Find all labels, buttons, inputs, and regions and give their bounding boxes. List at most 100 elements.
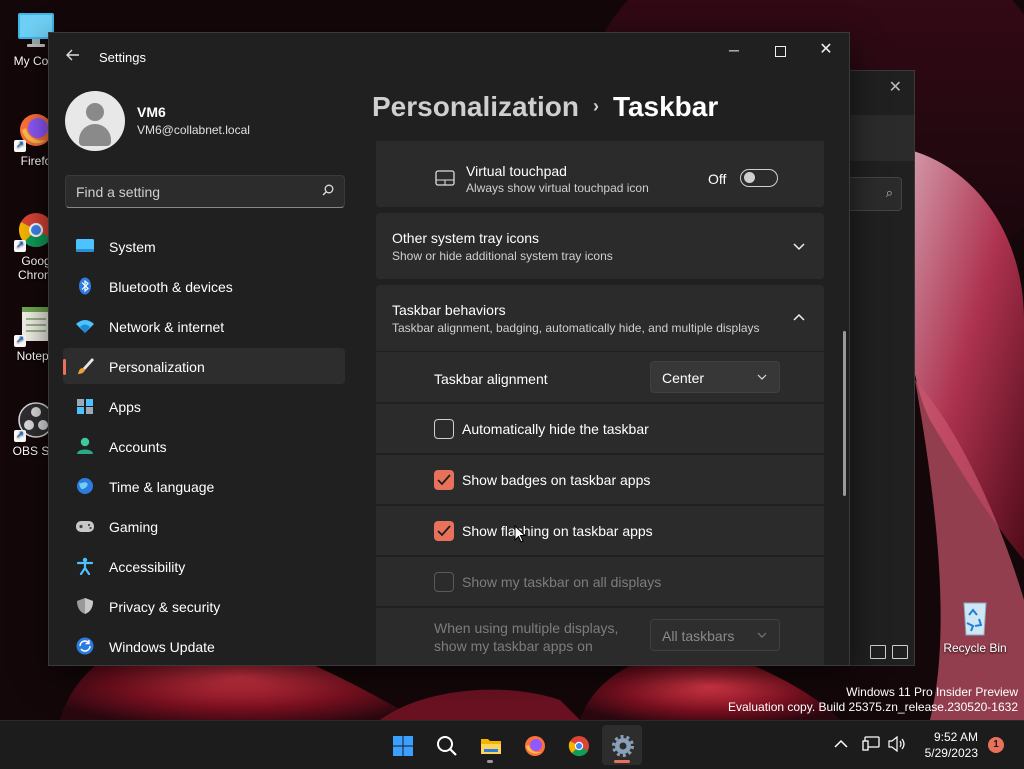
- multi-display-dropdown[interactable]: All taskbars: [650, 619, 780, 651]
- sidebar-item-apps[interactable]: Apps: [63, 388, 345, 424]
- virtual-touchpad-subtitle: Always show virtual touchpad icon: [466, 181, 649, 195]
- taskbar-alignment-value: Center: [662, 370, 705, 386]
- system-tray: 9:52 AM 5/29/2023 1: [826, 721, 1024, 769]
- network-icon: [76, 320, 94, 333]
- chevron-up-icon[interactable]: [793, 312, 805, 324]
- sidebar-item-time-language[interactable]: Time & language: [63, 468, 345, 504]
- sidebar-item-windows-update[interactable]: Windows Update: [63, 628, 345, 664]
- accounts-icon: [77, 437, 93, 454]
- evaluation-watermark: Windows 11 Pro Insider Preview Evaluatio…: [728, 685, 1018, 715]
- checkmark-icon: [437, 474, 451, 486]
- close-button[interactable]: ✕: [803, 33, 849, 67]
- accessibility-icon: [76, 557, 94, 575]
- sidebar-item-network[interactable]: Network & internet: [63, 308, 345, 344]
- background-window-search[interactable]: ⌕: [848, 177, 902, 211]
- sidebar-item-gaming[interactable]: Gaming: [63, 508, 345, 544]
- search-icon: [437, 736, 457, 756]
- notification-badge[interactable]: 1: [988, 737, 1004, 753]
- taskbar-search-button[interactable]: [426, 725, 466, 765]
- recycle-bin-icon: [955, 597, 995, 637]
- sidebar-nav: System Bluetooth & devices Network & int…: [63, 228, 345, 665]
- brush-icon: [78, 358, 94, 374]
- virtual-touchpad-toggle[interactable]: [740, 169, 778, 187]
- chrome-taskbar-button[interactable]: [558, 725, 598, 765]
- start-button[interactable]: [382, 725, 422, 765]
- auto-hide-checkbox[interactable]: [434, 419, 454, 439]
- multi-display-label-line2: show my taskbar apps on: [434, 638, 593, 654]
- show-flashing-checkbox[interactable]: [434, 521, 454, 541]
- other-tray-subtitle: Show or hide additional system tray icon…: [392, 249, 613, 263]
- globe-icon: [77, 478, 93, 494]
- network-wired-icon[interactable]: [862, 736, 880, 752]
- update-icon: [76, 637, 94, 655]
- shortcut-arrow-icon: ↗: [14, 335, 26, 347]
- back-arrow-icon: [66, 49, 79, 61]
- touchpad-icon: [435, 170, 455, 186]
- user-profile[interactable]: VM6 VM6@collabnet.local: [65, 91, 345, 151]
- app-title: Settings: [99, 50, 146, 65]
- bluetooth-icon: [79, 277, 91, 295]
- watermark-line1: Windows 11 Pro Insider Preview: [846, 685, 1018, 699]
- taskbar-alignment-dropdown[interactable]: Center: [650, 361, 780, 393]
- file-explorer-button[interactable]: [470, 725, 510, 765]
- sidebar-item-accessibility[interactable]: Accessibility: [63, 548, 345, 584]
- other-tray-title: Other system tray icons: [392, 230, 540, 246]
- file-explorer-icon: [481, 739, 501, 754]
- settings-icon: [612, 735, 634, 757]
- details-view-icon[interactable]: [870, 645, 886, 659]
- sidebar-item-privacy-security[interactable]: Privacy & security: [63, 588, 345, 624]
- settings-content: Virtual touchpad Always show virtual tou…: [376, 141, 824, 665]
- apps-icon: [77, 399, 93, 414]
- mouse-cursor-icon: [514, 525, 526, 543]
- desktop-icon-recycle-bin[interactable]: Recycle Bin: [942, 597, 1008, 655]
- other-system-tray-icons-row[interactable]: Other system tray icons Show or hide add…: [376, 213, 824, 279]
- title-bar: Settings ─ ✕: [49, 33, 849, 81]
- tiles-view-icon[interactable]: [892, 645, 908, 659]
- breadcrumb-separator: ›: [592, 96, 599, 116]
- clock-date: 5/29/2023: [924, 746, 978, 760]
- virtual-touchpad-row: Virtual touchpad Always show virtual tou…: [376, 141, 824, 207]
- maximize-icon: [774, 45, 786, 57]
- sidebar-item-bluetooth[interactable]: Bluetooth & devices: [63, 268, 345, 304]
- chevron-down-icon: [757, 632, 767, 638]
- sidebar-item-personalization[interactable]: Personalization: [63, 348, 345, 384]
- taskbar-behaviors-body: Taskbar alignment Center Automatically h…: [376, 352, 824, 665]
- show-flashing-label: Show flashing on taskbar apps: [462, 523, 653, 539]
- all-displays-checkbox[interactable]: [434, 572, 454, 592]
- chrome-icon: [568, 736, 589, 757]
- maximize-button[interactable]: [757, 33, 803, 67]
- checkmark-icon: [437, 525, 451, 537]
- settings-taskbar-button[interactable]: [602, 725, 642, 765]
- divider: [376, 453, 824, 455]
- taskbar: 9:52 AM 5/29/2023 1: [0, 720, 1024, 769]
- volume-icon[interactable]: [888, 736, 906, 752]
- back-button[interactable]: [63, 47, 83, 67]
- firefox-taskbar-button[interactable]: [514, 725, 554, 765]
- settings-window: Settings ─ ✕ VM6 VM6@collabnet.local Fin…: [48, 32, 850, 666]
- clock[interactable]: 9:52 AM 5/29/2023: [925, 729, 978, 761]
- breadcrumb-personalization[interactable]: Personalization: [372, 91, 579, 122]
- multi-display-value: All taskbars: [662, 628, 735, 644]
- search-input[interactable]: Find a setting: [65, 175, 345, 208]
- background-window[interactable]: ✕ ⌕: [846, 70, 915, 666]
- view-toggle[interactable]: [870, 645, 908, 659]
- active-app-indicator: [614, 760, 630, 763]
- chevron-down-icon[interactable]: [793, 240, 805, 252]
- show-badges-checkbox[interactable]: [434, 470, 454, 490]
- sidebar-item-system[interactable]: System: [63, 228, 345, 264]
- sidebar-item-accounts[interactable]: Accounts: [63, 428, 345, 464]
- clock-time: 9:52 AM: [933, 730, 978, 744]
- taskbar-behaviors-header[interactable]: Taskbar behaviors Taskbar alignment, bad…: [376, 285, 824, 351]
- divider: [376, 402, 824, 404]
- virtual-touchpad-state: Off: [708, 171, 727, 187]
- close-icon[interactable]: ✕: [889, 77, 902, 97]
- minimize-button[interactable]: ─: [711, 33, 757, 67]
- gamepad-icon: [76, 521, 94, 532]
- chevron-up-icon[interactable]: [834, 739, 848, 749]
- user-email: VM6@collabnet.local: [137, 123, 250, 137]
- breadcrumb: Personalization › Taskbar: [372, 91, 718, 131]
- divider: [376, 555, 824, 557]
- content-scrollbar[interactable]: [843, 331, 846, 496]
- shortcut-arrow-icon: ↗: [14, 430, 26, 442]
- virtual-touchpad-title: Virtual touchpad: [466, 163, 567, 179]
